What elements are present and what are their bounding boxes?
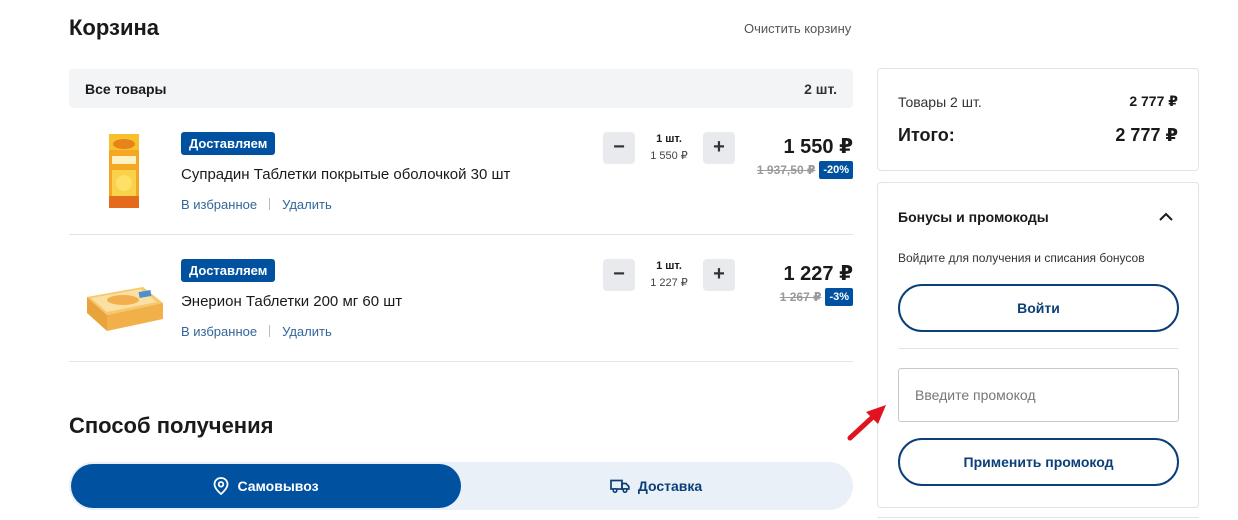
cart-item: Доставляем Супрадин Таблетки покрытые об… <box>69 108 853 235</box>
summary-total-value: 2 777 ₽ <box>1115 125 1178 145</box>
pickup-option[interactable]: Самовывоз <box>71 464 461 508</box>
qty-count: 1 шт. <box>656 260 682 272</box>
actions-divider <box>269 198 271 210</box>
truck-icon <box>609 479 630 493</box>
qty-unit-price: 1 227 ₽ <box>650 277 688 289</box>
all-items-count: 2 шт. <box>804 81 837 97</box>
summary-items-row: Товары 2 шт. 2 777 ₽ <box>898 93 1178 110</box>
chevron-up-icon[interactable] <box>1158 209 1174 225</box>
qty-decrease-button[interactable]: − <box>603 259 635 291</box>
location-pin-icon <box>214 477 229 495</box>
qty-increase-button[interactable]: + <box>703 132 735 164</box>
enerion-pack-image <box>87 287 163 331</box>
old-price-row: 1 937,50 ₽ -20% <box>757 160 853 180</box>
delete-item-link[interactable]: Удалить <box>282 197 332 212</box>
order-summary: Товары 2 шт. 2 777 ₽ Итого: 2 777 ₽ <box>877 68 1199 171</box>
add-to-favorites-link[interactable]: В избранное <box>181 197 257 212</box>
clear-cart-button[interactable]: Очистить корзину <box>744 21 851 36</box>
bonus-promo-panel: Бонусы и промокоды Войдите для получения… <box>877 182 1199 508</box>
product-image[interactable] <box>83 257 167 341</box>
supradin-pack-image <box>109 134 139 208</box>
qty-unit-price: 1 550 ₽ <box>650 150 688 162</box>
delete-item-link[interactable]: Удалить <box>282 324 332 339</box>
actions-divider <box>269 325 271 337</box>
delivery-badge: Доставляем <box>181 132 276 155</box>
old-price: 1 267 ₽ <box>779 290 822 304</box>
bonus-hint-text: Войдите для получения и списания бонусов <box>898 251 1145 265</box>
annotation-arrow-icon <box>847 405 886 441</box>
promo-code-input[interactable] <box>898 368 1179 422</box>
summary-total-row: Итого: 2 777 ₽ <box>898 125 1178 146</box>
discount-badge: -3% <box>825 288 853 306</box>
apply-promo-button[interactable]: Применить промокод <box>898 438 1179 486</box>
product-actions: В избранное Удалить <box>181 324 332 339</box>
qty-decrease-button[interactable]: − <box>603 132 635 164</box>
pickup-label: Самовывоз <box>237 478 319 494</box>
add-to-favorites-link[interactable]: В избранное <box>181 324 257 339</box>
delivery-method-title: Способ получения <box>69 413 274 438</box>
product-name[interactable]: Энерион Таблетки 200 мг 60 шт <box>181 293 402 310</box>
old-price-row: 1 267 ₽ -3% <box>780 287 853 307</box>
delivery-option[interactable]: Доставка <box>461 464 851 508</box>
page-title: Корзина <box>69 15 159 40</box>
summary-total-label: Итого: <box>898 125 955 145</box>
summary-items-label: Товары 2 шт. <box>898 93 982 110</box>
product-image[interactable] <box>83 130 167 214</box>
delivery-badge: Доставляем <box>181 259 276 282</box>
qty-info: 1 шт. 1 550 ₽ <box>635 133 703 162</box>
product-actions: В избранное Удалить <box>181 197 332 212</box>
discount-badge: -20% <box>819 161 853 179</box>
item-price: 1 227 ₽ <box>783 263 853 285</box>
qty-count: 1 шт. <box>656 133 682 145</box>
delivery-method-switch: Самовывоз Доставка <box>69 462 853 510</box>
item-price: 1 550 ₽ <box>783 136 853 158</box>
cart-item: Доставляем Энерион Таблетки 200 мг 60 шт… <box>69 235 853 362</box>
summary-items-value: 2 777 ₽ <box>1129 93 1178 109</box>
all-items-label: Все товары <box>85 81 167 97</box>
product-name[interactable]: Супрадин Таблетки покрытые оболочкой 30 … <box>181 166 510 183</box>
delivery-label: Доставка <box>637 478 703 494</box>
all-items-bar: Все товары 2 шт. <box>69 69 853 108</box>
bonus-divider <box>898 348 1178 349</box>
login-button[interactable]: Войти <box>898 284 1179 332</box>
qty-increase-button[interactable]: + <box>703 259 735 291</box>
old-price: 1 937,50 ₽ <box>756 163 816 177</box>
bonus-panel-title: Бонусы и промокоды <box>898 209 1049 225</box>
qty-info: 1 шт. 1 227 ₽ <box>635 260 703 289</box>
